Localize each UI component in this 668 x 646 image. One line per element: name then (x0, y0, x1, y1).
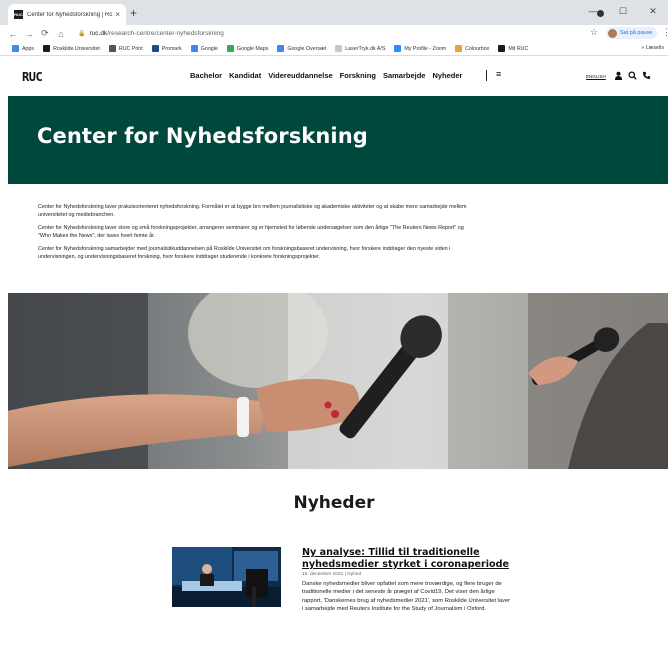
browser-toolbar: ← → ⟳ ⌂ 🔒 ruc.dk /research-centre/center… (0, 25, 668, 42)
pause-label: Sat på pause (620, 30, 653, 36)
promark-icon (151, 45, 159, 52)
sync-paused-button[interactable]: Sat på pause (606, 27, 658, 39)
bookmark-item[interactable]: Google (190, 45, 218, 52)
maps-pin-icon (226, 45, 234, 52)
bookmark-item[interactable]: LaserTryk.dk A/S (335, 45, 385, 52)
globe-icon (108, 45, 116, 52)
page-title: Center for Nyhedsforskning (37, 124, 368, 148)
menu-icon[interactable]: ≡ (496, 69, 501, 79)
bookmark-item[interactable]: Promark (151, 45, 182, 52)
news-studio-image (172, 547, 281, 607)
maximize-icon[interactable]: ☐ (608, 0, 638, 22)
microphones-photo (8, 293, 668, 469)
bookmark-label: Google (200, 45, 218, 52)
site-header: RUC Bachelor Kandidat Videreuddannelse F… (0, 57, 668, 95)
nav-bachelor[interactable]: Bachelor (190, 71, 222, 80)
bookmark-label: Roskilde Universitet (53, 45, 100, 52)
bookmark-item[interactable]: Mit RUC (498, 45, 528, 52)
news-body: Ny analyse: Tillid til traditionelle nyh… (302, 547, 512, 613)
nav-nyheder[interactable]: Nyheder (432, 71, 462, 80)
new-tab-button[interactable]: + (130, 6, 137, 20)
forward-arrow-icon[interactable]: → (22, 29, 36, 39)
bookmark-label: LaserTryk.dk A/S (345, 45, 386, 52)
close-window-icon[interactable]: ✕ (638, 0, 668, 22)
colourbox-icon (455, 45, 463, 52)
bookmark-item[interactable]: Colourbox (455, 45, 489, 52)
search-icon[interactable] (628, 71, 637, 80)
news-heading: Nyheder (293, 493, 375, 513)
bookmark-label: Google Oversæt (287, 45, 327, 52)
ruc-icon (43, 45, 51, 52)
url-host: ruc.dk (89, 30, 108, 37)
browser-menu-icon[interactable]: ⋮ (662, 27, 668, 38)
address-bar[interactable]: 🔒 ruc.dk /research-centre/center-nyhedsf… (78, 26, 578, 41)
nav-samarbejde[interactable]: Samarbejde (383, 71, 426, 80)
back-arrow-icon[interactable]: ← (6, 29, 20, 39)
zoom-icon (394, 45, 402, 52)
intro-paragraph: Center for Nyhedsforskning samarbejder m… (38, 246, 451, 260)
lasertryk-icon (335, 45, 343, 52)
translate-icon (277, 45, 285, 52)
intro-paragraph: Center for Nyhedsforskning laver praksis… (38, 204, 467, 218)
bookmark-label: Colourbox (465, 45, 490, 52)
news-card[interactable]: Ny analyse: Tillid til traditionelle nyh… (172, 547, 512, 642)
main-navigation: Bachelor Kandidat Videreuddannelse Forsk… (190, 71, 469, 80)
close-tab-icon[interactable]: × (115, 10, 120, 19)
phone-icon[interactable] (642, 71, 651, 80)
user-icon[interactable] (614, 71, 623, 80)
bookmark-label: My Profile - Zoom (404, 45, 447, 52)
hero-banner: Center for Nyhedsforskning (8, 96, 668, 184)
bookmark-item[interactable]: My Profile - Zoom (394, 45, 446, 52)
bookmark-item[interactable]: Google Maps (226, 45, 269, 52)
news-excerpt: Danske nyhedsmedier bliver opfattet som … (302, 581, 511, 612)
nav-kandidat[interactable]: Kandidat (229, 71, 261, 80)
news-meta: 15. december 2021 | Nyhed (302, 572, 362, 577)
home-icon[interactable]: ⌂ (54, 29, 68, 39)
intro-paragraph: Center for Nyhedsforskning laver store o… (38, 225, 464, 239)
intro-section: Center for Nyhedsforskning laver praksis… (38, 204, 468, 268)
bookmark-item[interactable]: Roskilde Universitet (43, 45, 100, 52)
bookmark-item[interactable]: RUC Print (108, 45, 143, 52)
bookmark-item[interactable]: Google Oversæt (277, 45, 326, 52)
lock-icon: 🔒 (78, 31, 86, 37)
url-path: /research-centre/center-nyhedsforskning (107, 30, 224, 37)
bookmark-star-icon[interactable]: ☆ (590, 27, 598, 38)
tab-title: Center for Nyhedsforskning | Ros (27, 11, 113, 18)
bookmark-label: Google Maps (236, 45, 269, 52)
avatar (608, 28, 617, 38)
news-headline-link[interactable]: Ny analyse: Tillid til traditionelle nyh… (302, 547, 512, 571)
nav-divider (486, 70, 487, 81)
reading-list[interactable]: » Læselis (641, 45, 664, 51)
reload-icon[interactable]: ⟳ (38, 28, 52, 39)
nav-videreuddannelse[interactable]: Videreuddannelse (268, 71, 332, 80)
browser-tab-strip: RUC Center for Nyhedsforskning | Ros × +… (0, 0, 668, 25)
window-controls: — ☐ ✕ (578, 0, 668, 22)
bookmarks-bar: Apps Roskilde Universitet RUC Print Promark… (0, 42, 668, 56)
bookmark-label: Mit RUC (508, 45, 529, 52)
ruc-icon (498, 45, 506, 52)
news-thumbnail[interactable] (172, 547, 281, 607)
apps-grid-icon (12, 45, 19, 52)
nav-forskning[interactable]: Forskning (340, 71, 376, 80)
bookmarks-overflow-icon[interactable]: » (641, 45, 644, 51)
minimize-icon[interactable]: — (578, 0, 608, 22)
bookmark-label: Promark (161, 45, 182, 52)
google-icon (190, 45, 198, 52)
microphones-illustration (8, 293, 668, 469)
language-link[interactable]: ENGLISH (586, 74, 606, 79)
bookmark-label: Apps (22, 45, 35, 52)
browser-tab-active[interactable]: RUC Center for Nyhedsforskning | Ros × (8, 4, 126, 25)
bookmark-label: RUC Print (118, 45, 143, 52)
bookmark-item[interactable]: Apps (12, 45, 34, 52)
reading-list-label: Læselis (645, 45, 664, 51)
ruc-logo[interactable]: RUC (22, 70, 43, 84)
ruc-favicon-icon: RUC (14, 10, 23, 19)
